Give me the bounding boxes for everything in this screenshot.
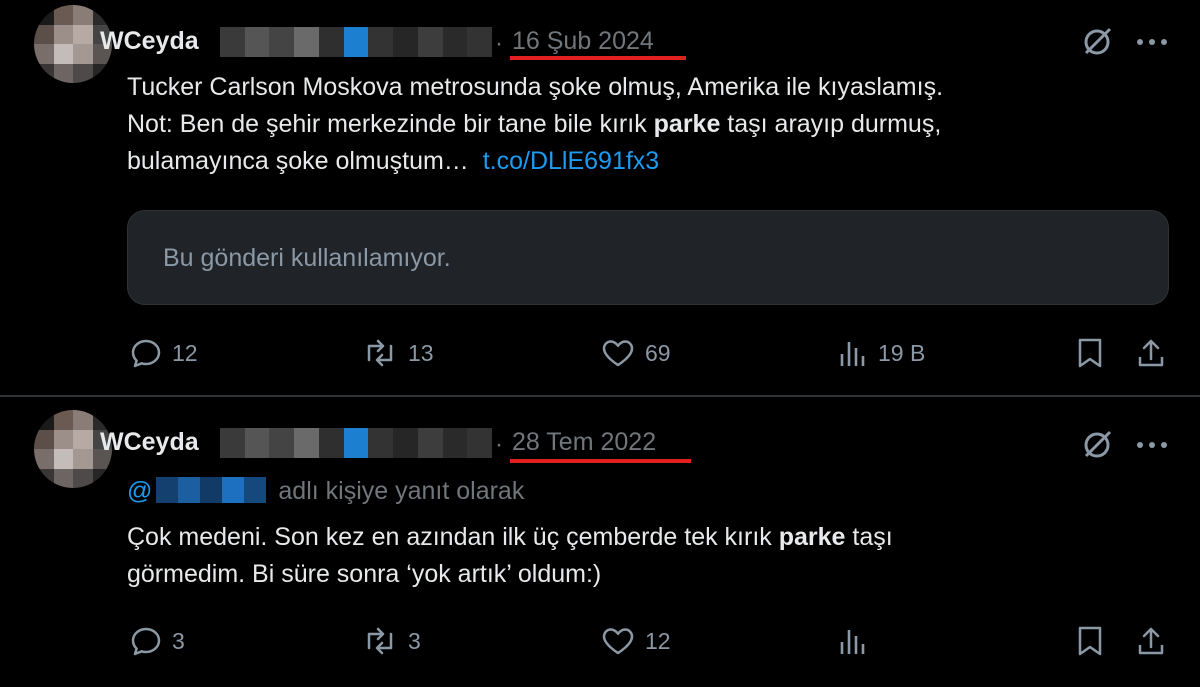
share-button[interactable] xyxy=(1136,337,1166,369)
repost-button[interactable]: 3 xyxy=(362,626,421,656)
share-button[interactable] xyxy=(1136,625,1166,657)
repost-icon xyxy=(367,339,393,367)
bookmark-button[interactable] xyxy=(1076,337,1104,369)
separator: · xyxy=(495,431,503,458)
tweet-date[interactable]: 16 Şub 2024 xyxy=(512,27,654,56)
tweet-text-line: Çok medeni. Son kez en azından ilk üç çe… xyxy=(127,523,893,551)
reply-count: 3 xyxy=(172,627,185,654)
bold-word: parke xyxy=(778,523,846,551)
reply-suffix: adlı kişiye yanıt olarak xyxy=(278,477,525,505)
views-count: 19 B xyxy=(878,339,926,366)
repost-button[interactable]: 13 xyxy=(362,338,434,368)
tweet-text: Tucker Carlson Moskova metrosunda şoke o… xyxy=(127,69,943,180)
unavailable-quote-card: Bu gönderi kullanılamıyor. xyxy=(127,210,1169,305)
tweet-text-line: görmedim. Bi süre sonra ‘yok artık’ oldu… xyxy=(127,560,602,588)
grok-icon[interactable] xyxy=(1080,428,1114,462)
more-icon[interactable] xyxy=(1134,433,1170,457)
tweet-text: Çok medeni. Son kez en azından ilk üç çe… xyxy=(127,519,893,593)
tweet[interactable]: WCeyda · 28 Tem 2022 @ adlı kişiye yanıt … xyxy=(0,397,1200,687)
bookmark-icon xyxy=(1078,338,1102,368)
views-button[interactable]: 19 B xyxy=(838,338,925,368)
share-icon xyxy=(1138,339,1164,367)
like-count: 12 xyxy=(645,627,671,654)
like-button[interactable]: 69 xyxy=(601,338,671,368)
tweet-text-line: Not: Ben de şehir merkezinde bir tane bi… xyxy=(127,110,942,138)
reply-icon xyxy=(131,627,161,656)
like-count: 69 xyxy=(645,339,671,366)
views-icon xyxy=(840,342,865,366)
bookmark-icon xyxy=(1078,626,1102,656)
tweet-text-line: Tucker Carlson Moskova metrosunda şoke o… xyxy=(127,73,944,101)
bold-word: parke xyxy=(653,110,721,138)
bookmark-button[interactable] xyxy=(1076,625,1104,657)
reply-button[interactable]: 3 xyxy=(130,626,185,656)
more-icon[interactable] xyxy=(1134,30,1170,54)
author-handle-blurred[interactable] xyxy=(220,428,492,458)
unavailable-notice: Bu gönderi kullanılamıyor. xyxy=(163,244,451,272)
share-icon xyxy=(1138,627,1164,655)
grok-icon[interactable] xyxy=(1080,25,1114,59)
reply-button[interactable]: 12 xyxy=(130,338,198,368)
reply-icon xyxy=(131,339,161,368)
separator: · xyxy=(495,30,503,57)
author-name[interactable]: WCeyda xyxy=(100,27,199,56)
tweet-text-line: bulamayınca şoke olmuştum… t.co/DLlE691f… xyxy=(127,147,660,175)
tweet-link[interactable]: t.co/DLlE691fx3 xyxy=(483,147,660,175)
reply-mention[interactable]: @ xyxy=(127,477,152,505)
date-underline-annotation xyxy=(510,56,686,60)
repost-count: 13 xyxy=(408,339,434,366)
views-button[interactable] xyxy=(838,626,868,656)
replying-to: @ adlı kişiye yanıt olarak xyxy=(127,477,524,506)
views-icon xyxy=(840,630,865,654)
reply-handle-blurred[interactable] xyxy=(156,477,267,503)
like-icon xyxy=(602,628,634,655)
tweet[interactable]: WCeyda · 16 Şub 2024 Tucker Carlson Mosk… xyxy=(0,0,1200,395)
author-handle-blurred[interactable] xyxy=(220,27,492,57)
like-icon xyxy=(602,340,634,367)
repost-icon xyxy=(367,627,393,655)
repost-count: 3 xyxy=(408,627,421,654)
reply-count: 12 xyxy=(172,339,198,366)
author-name[interactable]: WCeyda xyxy=(100,428,199,457)
like-button[interactable]: 12 xyxy=(601,626,671,656)
date-underline-annotation xyxy=(510,459,691,463)
tweet-date[interactable]: 28 Tem 2022 xyxy=(512,428,656,457)
